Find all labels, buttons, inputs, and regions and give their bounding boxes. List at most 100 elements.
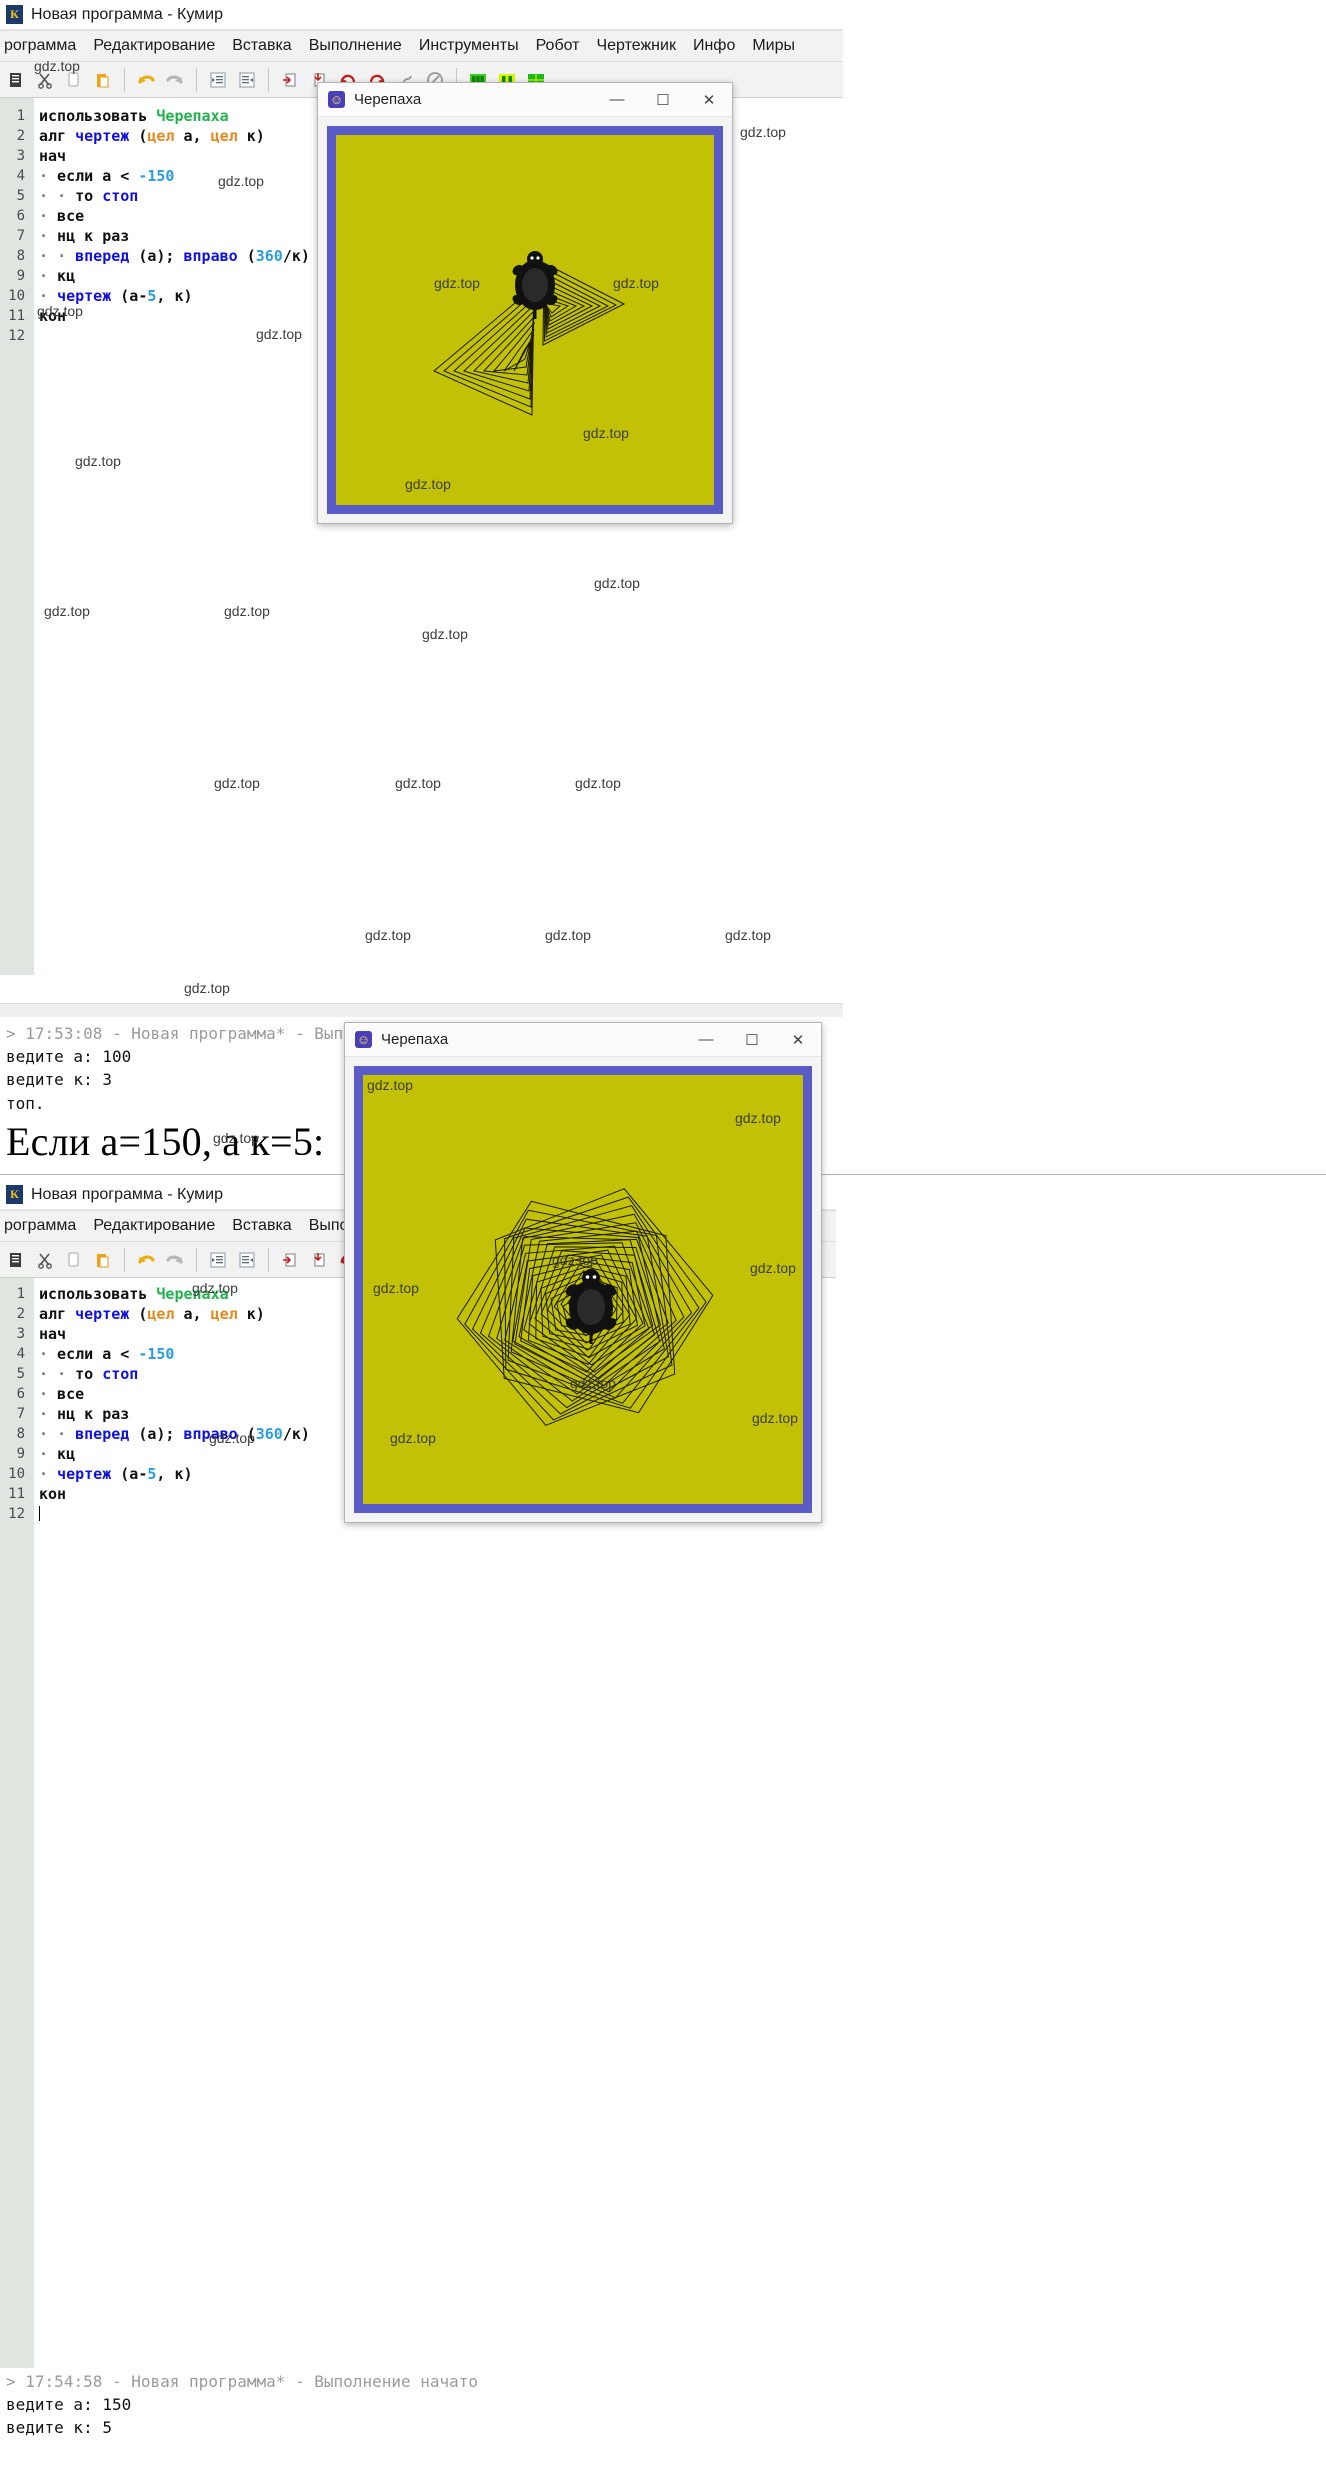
line-number: 4 (0, 166, 34, 186)
code-text: · нц к раз (39, 1405, 130, 1423)
window-title-1: Новая программа - Кумир (31, 5, 223, 23)
turtle-drawing-1 (433, 251, 626, 416)
code-text: кон (39, 307, 67, 325)
console-run-line-2: > 17:54:58 - Новая программа* - Выполнен… (6, 2370, 1322, 2393)
turtle-window-title-1: Черепаха (354, 91, 422, 108)
turtle-titlebar-1[interactable]: ☺ Черепаха — ☐ ✕ (318, 83, 732, 117)
code-text: · если a < -150 (39, 1345, 175, 1363)
menu-item-edit[interactable]: Редактирование (93, 37, 215, 55)
menu-item-program[interactable]: рограмма (4, 1217, 76, 1235)
redo-icon[interactable] (162, 1247, 188, 1273)
file-icon[interactable] (3, 1247, 29, 1273)
undo-icon[interactable] (133, 1247, 159, 1273)
line-number: 6 (0, 206, 34, 226)
menu-item-run[interactable]: Выполнение (309, 37, 402, 55)
line-number: 6 (0, 1384, 34, 1404)
menu-item-insert[interactable]: Вставка (232, 1217, 291, 1235)
step-in-icon[interactable] (277, 67, 303, 93)
line-number: 1 (0, 106, 34, 126)
code-text: · · то стоп (39, 1365, 139, 1383)
step-over-icon[interactable] (306, 1247, 332, 1273)
line-number: 10 (0, 286, 34, 306)
code-text: использовать Черепаха (39, 1285, 229, 1303)
line-number: 7 (0, 1404, 34, 1424)
console-prompt-2: > (6, 2372, 16, 2391)
line-number: 12 (0, 1504, 34, 1524)
console-message-2: - Новая программа* - Выполнение начато (111, 2372, 479, 2391)
code-text: кон (39, 1485, 67, 1503)
code-text: · · вперед (a); вправо (360/к) (39, 247, 310, 265)
line-number: 3 (0, 146, 34, 166)
kumir-app-icon: К (6, 1185, 23, 1204)
kumir-app-icon: К (6, 5, 23, 24)
toolbar-separator (268, 1247, 269, 1272)
minimize-button[interactable]: — (683, 1023, 729, 1056)
menu-item-program[interactable]: рограмма (4, 37, 76, 55)
menu-item-worlds[interactable]: Миры (752, 37, 795, 55)
code-text: использовать Черепаха (39, 107, 229, 125)
toolbar-separator (196, 1247, 197, 1272)
code-text: алг чертеж (цел a, цел к) (39, 127, 265, 145)
step-in-icon[interactable] (277, 1247, 303, 1273)
turtle-window-title-2: Черепаха (381, 1031, 449, 1048)
menu-item-tools[interactable]: Инструменты (419, 37, 519, 55)
line-number: 8 (0, 246, 34, 266)
code-text: алг чертеж (цел a, цел к) (39, 1305, 265, 1323)
redo-icon[interactable] (162, 67, 188, 93)
code-text: · все (39, 207, 85, 225)
code-text: · · то стоп (39, 187, 139, 205)
indent-decrease-icon[interactable] (234, 1247, 260, 1273)
code-text (34, 1504, 40, 1524)
indent-increase-icon[interactable] (205, 67, 231, 93)
close-button[interactable]: ✕ (775, 1023, 821, 1056)
code-text: · чертеж (a-5, к) (39, 287, 193, 305)
menu-item-info[interactable]: Инфо (693, 37, 735, 55)
file-icon[interactable] (3, 67, 29, 93)
smiley-icon: ☺ (328, 91, 345, 108)
menu-item-insert[interactable]: Вставка (232, 37, 291, 55)
text-caret (39, 1506, 40, 1521)
turtle-sprite-1 (512, 251, 558, 319)
turtle-canvas-1[interactable] (327, 126, 723, 514)
code-text: · нц к раз (39, 227, 130, 245)
turtle-window-2[interactable]: ☺ Черепаха — ☐ ✕ (344, 1022, 822, 1523)
copy-icon[interactable] (61, 1247, 87, 1273)
code-text: · · вперед (a); вправо (360/к) (39, 1425, 310, 1443)
copy-icon[interactable] (61, 67, 87, 93)
section-heading: Если а=150, а к=5: (6, 1119, 325, 1164)
maximize-button[interactable]: ☐ (729, 1023, 775, 1056)
window-controls-2[interactable]: — ☐ ✕ (683, 1023, 821, 1056)
line-number: 9 (0, 1444, 34, 1464)
line-number: 1 (0, 1284, 34, 1304)
cut-icon[interactable] (32, 67, 58, 93)
menubar-1[interactable]: рограмма Редактирование Вставка Выполнен… (0, 30, 843, 62)
menu-item-robot[interactable]: Робот (536, 37, 580, 55)
line-number: 5 (0, 186, 34, 206)
close-button[interactable]: ✕ (686, 83, 732, 116)
turtle-canvas-frame-1 (318, 117, 732, 523)
console-prompt-1: > (6, 1024, 16, 1043)
cut-icon[interactable] (32, 1247, 58, 1273)
line-number: 10 (0, 1464, 34, 1484)
minimize-button[interactable]: — (594, 83, 640, 116)
indent-increase-icon[interactable] (205, 1247, 231, 1273)
line-number: 12 (0, 326, 34, 346)
line-number: 2 (0, 1304, 34, 1324)
smiley-icon: ☺ (355, 1031, 372, 1048)
indent-decrease-icon[interactable] (234, 67, 260, 93)
menu-item-drawer[interactable]: Чертежник (596, 37, 675, 55)
maximize-button[interactable]: ☐ (640, 83, 686, 116)
code-text: нач (39, 147, 67, 165)
menu-item-edit[interactable]: Редактирование (93, 1217, 215, 1235)
undo-icon[interactable] (133, 67, 159, 93)
console-time-1: 17:53:08 (25, 1024, 103, 1043)
code-text: · кц (39, 267, 76, 285)
turtle-titlebar-2[interactable]: ☺ Черепаха — ☐ ✕ (345, 1023, 821, 1057)
code-text: · чертеж (a-5, к) (39, 1465, 193, 1483)
paste-icon[interactable] (90, 67, 116, 93)
toolbar-separator (124, 67, 125, 92)
window-controls-1[interactable]: — ☐ ✕ (594, 83, 732, 116)
paste-icon[interactable] (90, 1247, 116, 1273)
turtle-window-1[interactable]: ☺ Черепаха — ☐ ✕ (317, 82, 733, 524)
turtle-canvas-2[interactable] (354, 1066, 812, 1513)
